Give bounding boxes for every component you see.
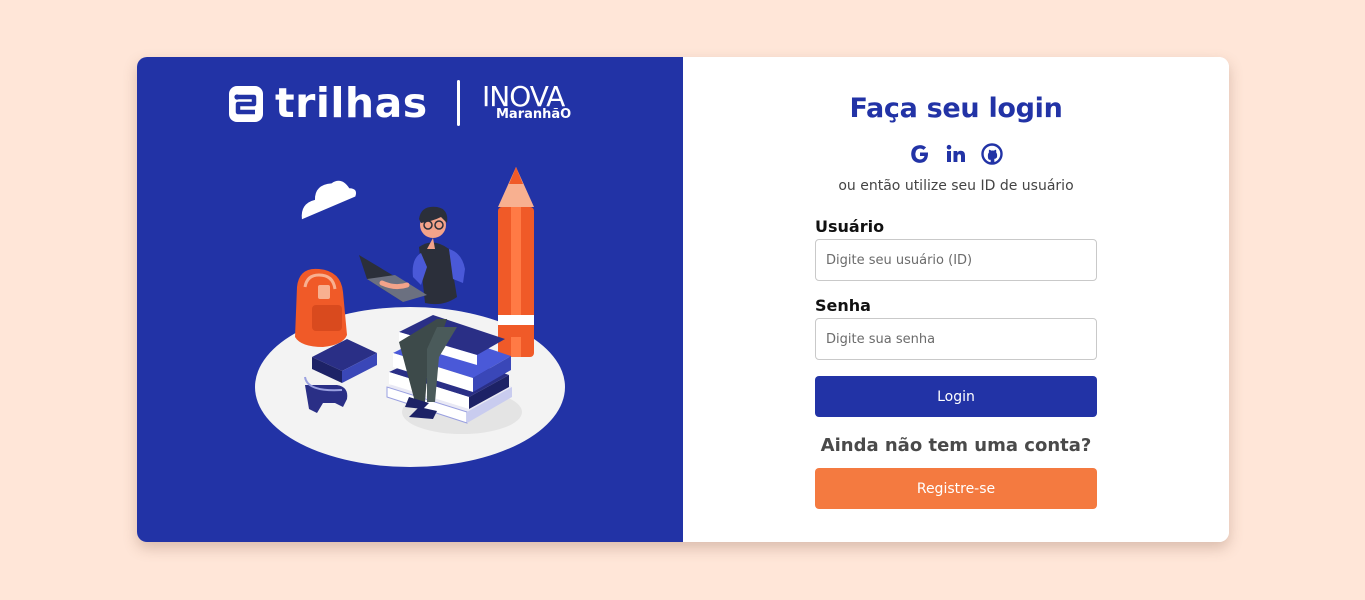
github-icon[interactable] <box>981 143 1003 165</box>
student-illustration <box>255 167 565 467</box>
no-account-text: Ainda não tem uma conta? <box>820 435 1092 456</box>
register-button[interactable]: Registre-se <box>815 468 1097 509</box>
user-id-input[interactable] <box>815 239 1097 281</box>
cloud-icon <box>301 180 357 220</box>
social-login-row <box>683 143 1229 165</box>
google-icon[interactable] <box>909 143 931 165</box>
login-card: trilhas INOVA MaranhãO Faça seu login ou… <box>137 57 1229 542</box>
pencil-icon <box>498 167 534 357</box>
page-title: Faça seu login <box>849 93 1063 124</box>
alt-login-text: ou então utilize seu ID de usuário <box>838 178 1074 194</box>
login-button[interactable]: Login <box>815 376 1097 417</box>
password-label: Senha <box>815 296 871 315</box>
user-label: Usuário <box>815 217 885 236</box>
backpack-icon <box>295 268 347 347</box>
brand-panel: trilhas INOVA MaranhãO <box>137 57 683 542</box>
password-input[interactable] <box>815 318 1097 360</box>
linkedin-icon[interactable] <box>945 143 967 165</box>
login-panel: Faça seu login ou então utilize seu ID d… <box>683 57 1229 542</box>
